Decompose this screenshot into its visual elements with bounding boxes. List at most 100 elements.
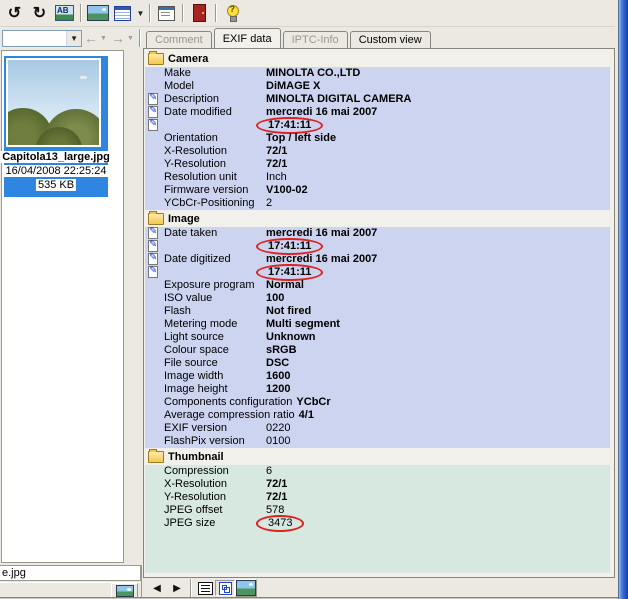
field-label: FlashPix version — [164, 435, 266, 448]
field-label: Light source — [164, 331, 266, 344]
selected-file-item[interactable]: Capitola13_large.jpg 16/04/2008 22:25:24… — [4, 56, 108, 197]
field-label — [164, 119, 266, 132]
field-value: 72/1 — [266, 491, 287, 504]
exif-row: Average compression ratio4/1 — [145, 409, 610, 422]
exif-panel: CameraMakeMINOLTA CO.,LTDModelDiMAGE XDe… — [143, 48, 615, 578]
section-header[interactable]: Image — [145, 212, 612, 226]
exif-row: 17:41:11 — [145, 266, 610, 279]
rotate-right-button[interactable] — [27, 2, 52, 24]
field-value: sRGB — [266, 344, 297, 357]
exif-row: File sourceDSC — [145, 357, 610, 370]
details-view-button[interactable] — [195, 580, 215, 596]
back-chevron-icon[interactable]: ▼ — [100, 35, 109, 42]
exif-row: MakeMINOLTA CO.,LTD — [145, 67, 610, 80]
table-view-button[interactable] — [110, 2, 135, 24]
field-value: 17:41:11 — [268, 119, 311, 131]
properties-window-button[interactable] — [154, 2, 179, 24]
divider — [141, 565, 142, 597]
image-view-button — [236, 580, 256, 596]
tab-exif-data[interactable]: EXIF data — [214, 28, 281, 48]
separator — [182, 4, 184, 22]
section-header[interactable]: Thumbnail — [145, 450, 612, 464]
tab-custom-view[interactable]: Custom view — [350, 31, 431, 48]
file-date-label: 16/04/2008 22:25:24 — [4, 165, 109, 177]
field-value: 72/1 — [266, 158, 287, 171]
next-image-button[interactable] — [167, 580, 187, 596]
exif-row: Firmware versionV100-02 — [145, 184, 610, 197]
field-label: Orientation — [164, 132, 266, 145]
exif-row: EXIF version0220 — [145, 422, 610, 435]
field-label: Firmware version — [164, 184, 266, 197]
separator — [149, 4, 151, 22]
sidebar-bottom-toolbar — [0, 582, 141, 598]
section-title: Image — [168, 213, 200, 225]
exif-row: Exposure programNormal — [145, 279, 610, 292]
field-value: 17:41:11 — [268, 240, 311, 252]
previous-image-button[interactable] — [147, 580, 167, 596]
edit-pencil-icon[interactable] — [148, 119, 158, 131]
exif-row: Compression6 — [145, 465, 610, 478]
field-label: Description — [164, 93, 266, 106]
forward-chevron-icon[interactable]: ▼ — [127, 35, 136, 42]
field-label: JPEG offset — [164, 504, 266, 517]
field-label: Exposure program — [164, 279, 266, 292]
field-value: 100 — [266, 292, 284, 305]
rotate-right-icon — [33, 3, 46, 23]
exif-row: Image height1200 — [145, 383, 610, 396]
section-camera: CameraMakeMINOLTA CO.,LTDModelDiMAGE XDe… — [145, 52, 612, 212]
exif-row: OrientationTop / left side — [145, 132, 610, 145]
file-list-panel[interactable]: Capitola13_large.jpg 16/04/2008 22:25:24… — [1, 50, 124, 563]
forward-button[interactable]: → — [109, 30, 127, 46]
exif-row: Date modifiedmercredi 16 mai 2007 — [145, 106, 610, 119]
field-label: Make — [164, 67, 266, 80]
chevron-down-icon[interactable]: ▼ — [135, 2, 146, 24]
field-value: V100-02 — [266, 184, 308, 197]
field-value: 1200 — [266, 383, 290, 396]
field-label: Compression — [164, 465, 266, 478]
tab-comment[interactable]: Comment — [146, 31, 212, 48]
file-thumbnail[interactable] — [6, 58, 101, 147]
exit-door-button[interactable] — [187, 2, 212, 24]
history-combobox[interactable]: ▼ — [2, 30, 82, 47]
field-label: Date modified — [164, 106, 266, 119]
exif-row: Y-Resolution72/1 — [145, 158, 610, 171]
field-value: Inch — [266, 171, 287, 184]
field-value: Unknown — [266, 331, 316, 344]
field-value: 0100 — [266, 435, 290, 448]
field-value: Multi segment — [266, 318, 340, 331]
exif-row: X-Resolution72/1 — [145, 145, 610, 158]
red-circle-annotation: 3473 — [256, 515, 304, 532]
slideshow-button[interactable] — [85, 2, 110, 24]
rename-button[interactable] — [52, 2, 77, 24]
exif-row: 17:41:11 — [145, 240, 610, 253]
lightbulb-icon — [227, 5, 239, 17]
back-button[interactable]: ← — [82, 30, 100, 46]
field-label: Date taken — [164, 227, 266, 240]
exif-row: Date digitizedmercredi 16 mai 2007 — [145, 253, 610, 266]
filename-statusbar: e.jpg — [0, 565, 141, 581]
edit-pencil-icon[interactable] — [148, 266, 158, 278]
exif-row: FlashNot fired — [145, 305, 610, 318]
thumbnails-view-button[interactable] — [215, 580, 235, 596]
chevron-down-icon[interactable]: ▼ — [66, 31, 81, 46]
section-header[interactable]: Camera — [145, 52, 612, 66]
field-value: MINOLTA DIGITAL CAMERA — [266, 93, 411, 106]
folder-icon — [148, 451, 164, 463]
slideshow-icon — [87, 5, 109, 21]
exif-row: DescriptionMINOLTA DIGITAL CAMERA — [145, 93, 610, 106]
image-view-button[interactable] — [235, 579, 257, 597]
details-view-button — [198, 582, 213, 595]
rotate-left-button[interactable] — [2, 2, 27, 24]
field-label: Y-Resolution — [164, 158, 266, 171]
tab-iptc-info[interactable]: IPTC-Info — [283, 31, 348, 48]
exif-row: ModelDiMAGE X — [145, 80, 610, 93]
tab-bar: CommentEXIF dataIPTC-InfoCustom view — [146, 30, 433, 48]
lightbulb-button[interactable] — [220, 2, 245, 24]
exif-row: YCbCr-Positioning2 — [145, 197, 610, 210]
exif-row: FlashPix version0100 — [145, 435, 610, 448]
field-value: 4/1 — [299, 409, 314, 422]
field-label: Y-Resolution — [164, 491, 266, 504]
field-label: Components configuration — [164, 396, 296, 409]
section-thumbnail: ThumbnailCompression6X-Resolution72/1Y-R… — [145, 450, 612, 575]
field-label: Metering mode — [164, 318, 266, 331]
